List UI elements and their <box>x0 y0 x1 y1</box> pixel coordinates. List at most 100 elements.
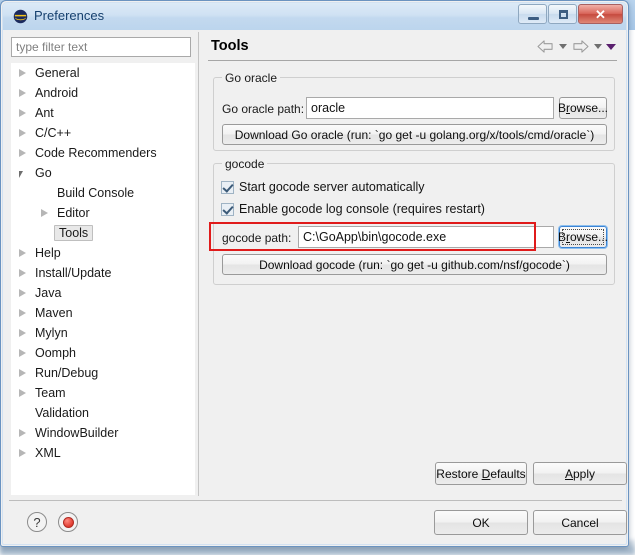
back-dropdown-icon[interactable] <box>559 44 567 49</box>
apply-label: Apply <box>564 466 596 481</box>
gocode-group-label: gocode <box>222 157 268 171</box>
filter-input[interactable] <box>11 37 191 57</box>
tree-item-general[interactable]: General <box>11 63 195 83</box>
tree-item-label: C/C++ <box>35 126 72 140</box>
go-oracle-browse-label: Browse... <box>557 101 609 115</box>
gocode-group: gocode Start gocode server automatically… <box>213 157 615 285</box>
tree-item-label: Oomph <box>35 346 76 360</box>
record-dot <box>62 516 74 528</box>
tree-item-windowbuilder[interactable]: WindowBuilder <box>11 423 195 443</box>
chevron-right-icon <box>19 428 26 437</box>
tree-item-go[interactable]: Go <box>11 163 195 183</box>
close-button[interactable]: ✕ <box>578 4 623 24</box>
download-gocode-button[interactable]: Download gocode (run: `go get -u github.… <box>222 254 607 275</box>
tree-item-ant[interactable]: Ant <box>11 103 195 123</box>
tree-item-editor[interactable]: Editor <box>11 203 195 223</box>
start-gocode-server-label: Start gocode server automatically <box>239 180 425 194</box>
expand-arrow-icon[interactable] <box>19 88 28 98</box>
expand-arrow-icon[interactable] <box>19 388 28 398</box>
expand-arrow-icon[interactable] <box>19 68 28 78</box>
chevron-right-icon <box>19 68 26 77</box>
minimize-icon <box>528 17 539 20</box>
expand-arrow-icon[interactable] <box>19 248 28 258</box>
apply-button[interactable]: Apply <box>533 462 627 485</box>
tree-item-tools[interactable]: Tools <box>11 223 195 243</box>
go-oracle-browse-button[interactable]: Browse... <box>557 97 609 119</box>
record-icon[interactable] <box>58 512 78 532</box>
help-glyph: ? <box>33 514 41 530</box>
expand-arrow-icon[interactable] <box>19 128 28 138</box>
dialog-title: Preferences <box>34 8 105 23</box>
minimize-button[interactable] <box>518 4 547 24</box>
download-gocode-label: Download gocode (run: `go get -u github.… <box>259 257 570 272</box>
cancel-button[interactable]: Cancel <box>533 510 627 535</box>
start-gocode-server-checkbox-row[interactable]: Start gocode server automatically <box>221 180 425 194</box>
maximize-button[interactable] <box>548 4 577 24</box>
dialog-titlebar[interactable]: Preferences ✕ <box>3 3 626 30</box>
tree-item-maven[interactable]: Maven <box>11 303 195 323</box>
start-gocode-server-checkbox[interactable] <box>221 180 234 194</box>
enable-gocode-log-console-checkbox-row[interactable]: Enable gocode log console (requires rest… <box>221 202 485 216</box>
eclipse-icon <box>13 9 28 24</box>
enable-gocode-log-console-checkbox[interactable] <box>221 202 234 216</box>
tree-item-label: XML <box>35 446 61 460</box>
expand-arrow-icon[interactable] <box>19 268 28 278</box>
expand-arrow-icon[interactable] <box>41 208 50 218</box>
tree-item-xml[interactable]: XML <box>11 443 195 463</box>
tree-item-code-recommenders[interactable]: Code Recommenders <box>11 143 195 163</box>
download-go-oracle-button[interactable]: Download Go oracle (run: `go get -u gola… <box>222 124 607 145</box>
chevron-right-icon <box>41 208 48 217</box>
chevron-down-icon <box>19 170 23 178</box>
tree-item-build-console[interactable]: Build Console <box>11 183 195 203</box>
gocode-browse-button[interactable]: Browse... <box>558 226 608 248</box>
expand-arrow-icon[interactable] <box>19 328 28 338</box>
tree-item-label: Editor <box>57 206 90 220</box>
tree-item-run-debug[interactable]: Run/Debug <box>11 363 195 383</box>
pane-divider <box>198 32 199 496</box>
dialog-inner-frame: Preferences ✕ General Android Ant C/C++ Code… <box>2 2 627 545</box>
go-oracle-group: Go oracle Go oracle path: Browse... Down… <box>213 71 615 151</box>
chevron-right-icon <box>19 328 26 337</box>
back-arrow-icon[interactable] <box>536 39 555 54</box>
tree-item-validation[interactable]: Validation <box>11 403 195 423</box>
expand-arrow-icon[interactable] <box>19 288 28 298</box>
expand-arrow-icon[interactable] <box>19 148 28 158</box>
close-icon: ✕ <box>595 6 606 22</box>
expand-arrow-icon[interactable] <box>19 308 28 318</box>
expand-arrow-icon[interactable] <box>19 428 28 438</box>
forward-dropdown-icon[interactable] <box>594 44 602 49</box>
chevron-right-icon <box>19 348 26 357</box>
chevron-right-icon <box>19 308 26 317</box>
gocode-path-input[interactable] <box>298 226 554 248</box>
view-menu-icon[interactable] <box>606 43 616 50</box>
tree-item-oomph[interactable]: Oomph <box>11 343 195 363</box>
chevron-right-icon <box>19 448 26 457</box>
tree-item-label: Mylyn <box>35 326 68 340</box>
tree-item-install-update[interactable]: Install/Update <box>11 263 195 283</box>
tree-item-java[interactable]: Java <box>11 283 195 303</box>
preferences-tree[interactable]: General Android Ant C/C++ Code Recommenders G… <box>11 63 195 495</box>
ok-button[interactable]: OK <box>434 510 528 535</box>
help-icon[interactable]: ? <box>27 512 47 532</box>
tree-item-label: Build Console <box>57 186 135 200</box>
forward-arrow-icon[interactable] <box>571 39 590 54</box>
chevron-right-icon <box>19 368 26 377</box>
expand-arrow-icon[interactable] <box>19 108 28 118</box>
restore-defaults-button[interactable]: Restore Defaults <box>435 462 527 485</box>
chevron-right-icon <box>19 388 26 397</box>
chevron-right-icon <box>19 128 26 137</box>
tree-item-label: Tools <box>54 225 94 241</box>
tree-item-team[interactable]: Team <box>11 383 195 403</box>
expand-arrow-icon[interactable] <box>19 368 28 378</box>
tree-item-android[interactable]: Android <box>11 83 195 103</box>
gocode-browse-focus-ring <box>562 229 604 245</box>
tree-item-c-c[interactable]: C/C++ <box>11 123 195 143</box>
tree-item-help[interactable]: Help <box>11 243 195 263</box>
expand-arrow-icon[interactable] <box>19 348 28 358</box>
collapse-arrow-icon[interactable] <box>19 169 28 178</box>
expand-arrow-icon[interactable] <box>19 448 28 458</box>
tree-item-label: Team <box>35 386 66 400</box>
tree-item-mylyn[interactable]: Mylyn <box>11 323 195 343</box>
go-oracle-path-input[interactable] <box>306 97 554 119</box>
